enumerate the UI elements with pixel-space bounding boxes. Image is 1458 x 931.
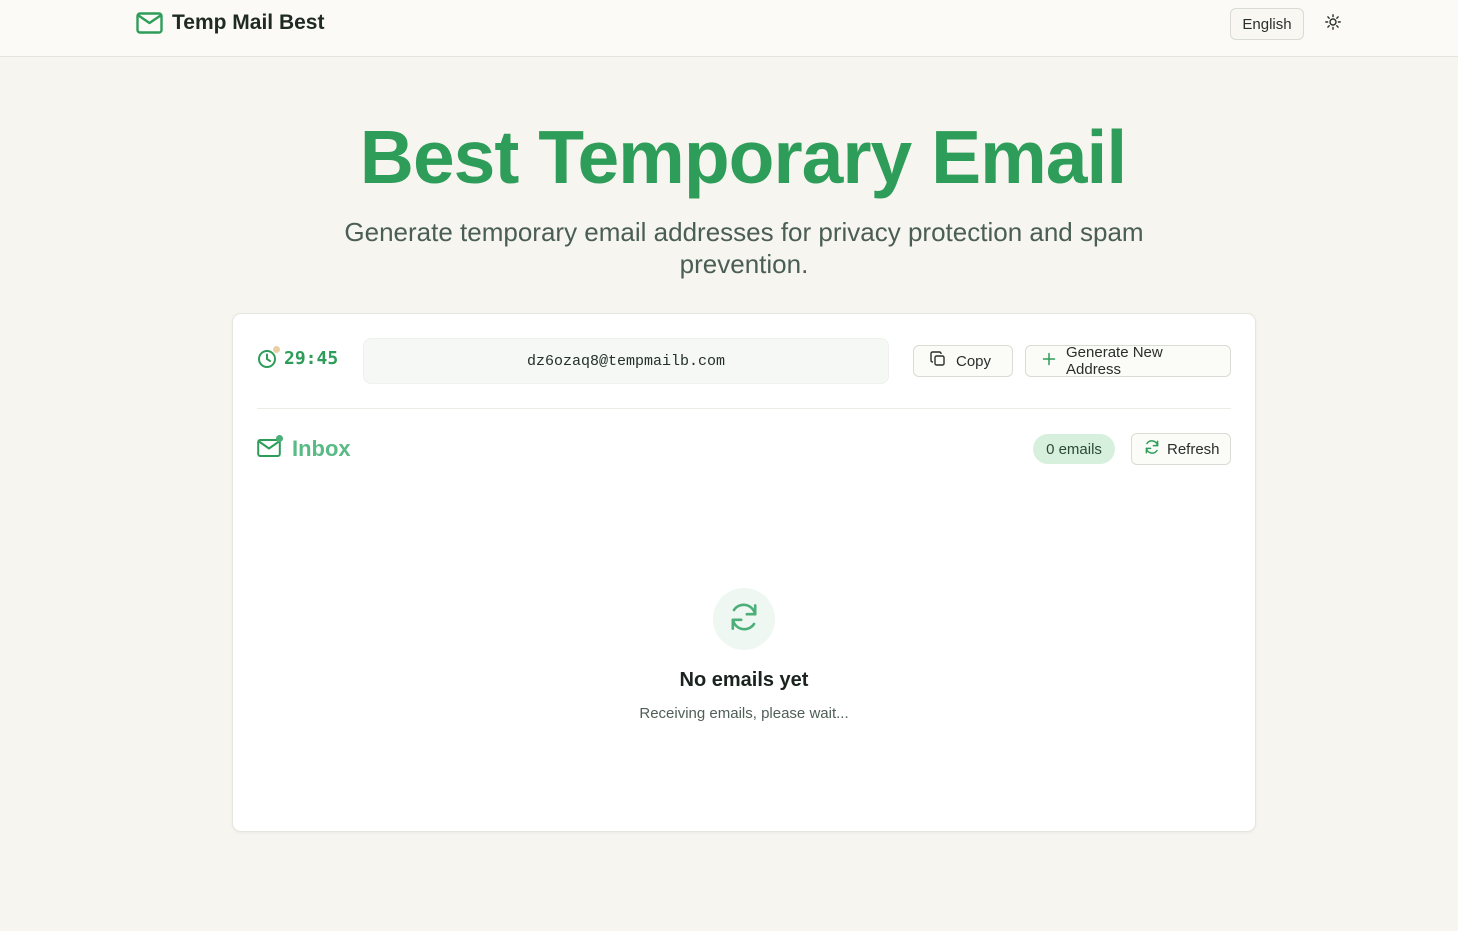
email-count-badge: 0 emails	[1033, 434, 1115, 464]
email-address-field[interactable]: dz6ozaq8@tempmailb.com	[363, 338, 889, 384]
refresh-button[interactable]: Refresh	[1131, 433, 1231, 465]
copy-icon	[930, 351, 946, 371]
mail-icon	[136, 12, 163, 34]
top-navbar: Temp Mail Best English	[0, 0, 1458, 57]
inbox-title: Inbox	[292, 436, 351, 461]
status-dot	[273, 345, 280, 353]
mailbox-card: 29:45 dz6ozaq8@tempmailb.com Copy Genera…	[232, 313, 1256, 832]
copy-label: Copy	[956, 352, 992, 370]
refresh-label: Refresh	[1167, 440, 1220, 458]
language-selector[interactable]: English	[1230, 8, 1304, 40]
divider	[257, 408, 1231, 409]
hero-subtitle: Generate temporary email addresses for p…	[344, 217, 1144, 279]
generate-label: Generate New Address	[1066, 344, 1163, 378]
plus-icon	[1042, 352, 1056, 370]
empty-state-title: No emails yet	[679, 669, 809, 691]
expiry-timer: 29:45	[257, 345, 339, 369]
hero-title: Best Temporary Email	[359, 115, 1127, 199]
refresh-icon	[1144, 439, 1160, 459]
refresh-icon	[728, 601, 760, 638]
mail-icon	[257, 435, 283, 460]
copy-button[interactable]: Copy	[913, 345, 1013, 377]
generate-address-button[interactable]: Generate New Address	[1025, 344, 1231, 378]
theme-toggle-button[interactable]	[1320, 11, 1346, 37]
brand-logo[interactable]: Temp Mail Best	[136, 11, 324, 35]
clock-icon	[257, 345, 280, 369]
brand-name: Temp Mail Best	[172, 11, 325, 34]
status-dot	[276, 435, 283, 442]
empty-state-subtitle: Receiving emails, please wait...	[639, 705, 849, 722]
inbox-heading: Inbox	[257, 435, 351, 462]
sun-icon	[1325, 13, 1341, 35]
empty-state-icon	[713, 588, 775, 650]
timer-value: 29:45	[284, 348, 339, 369]
